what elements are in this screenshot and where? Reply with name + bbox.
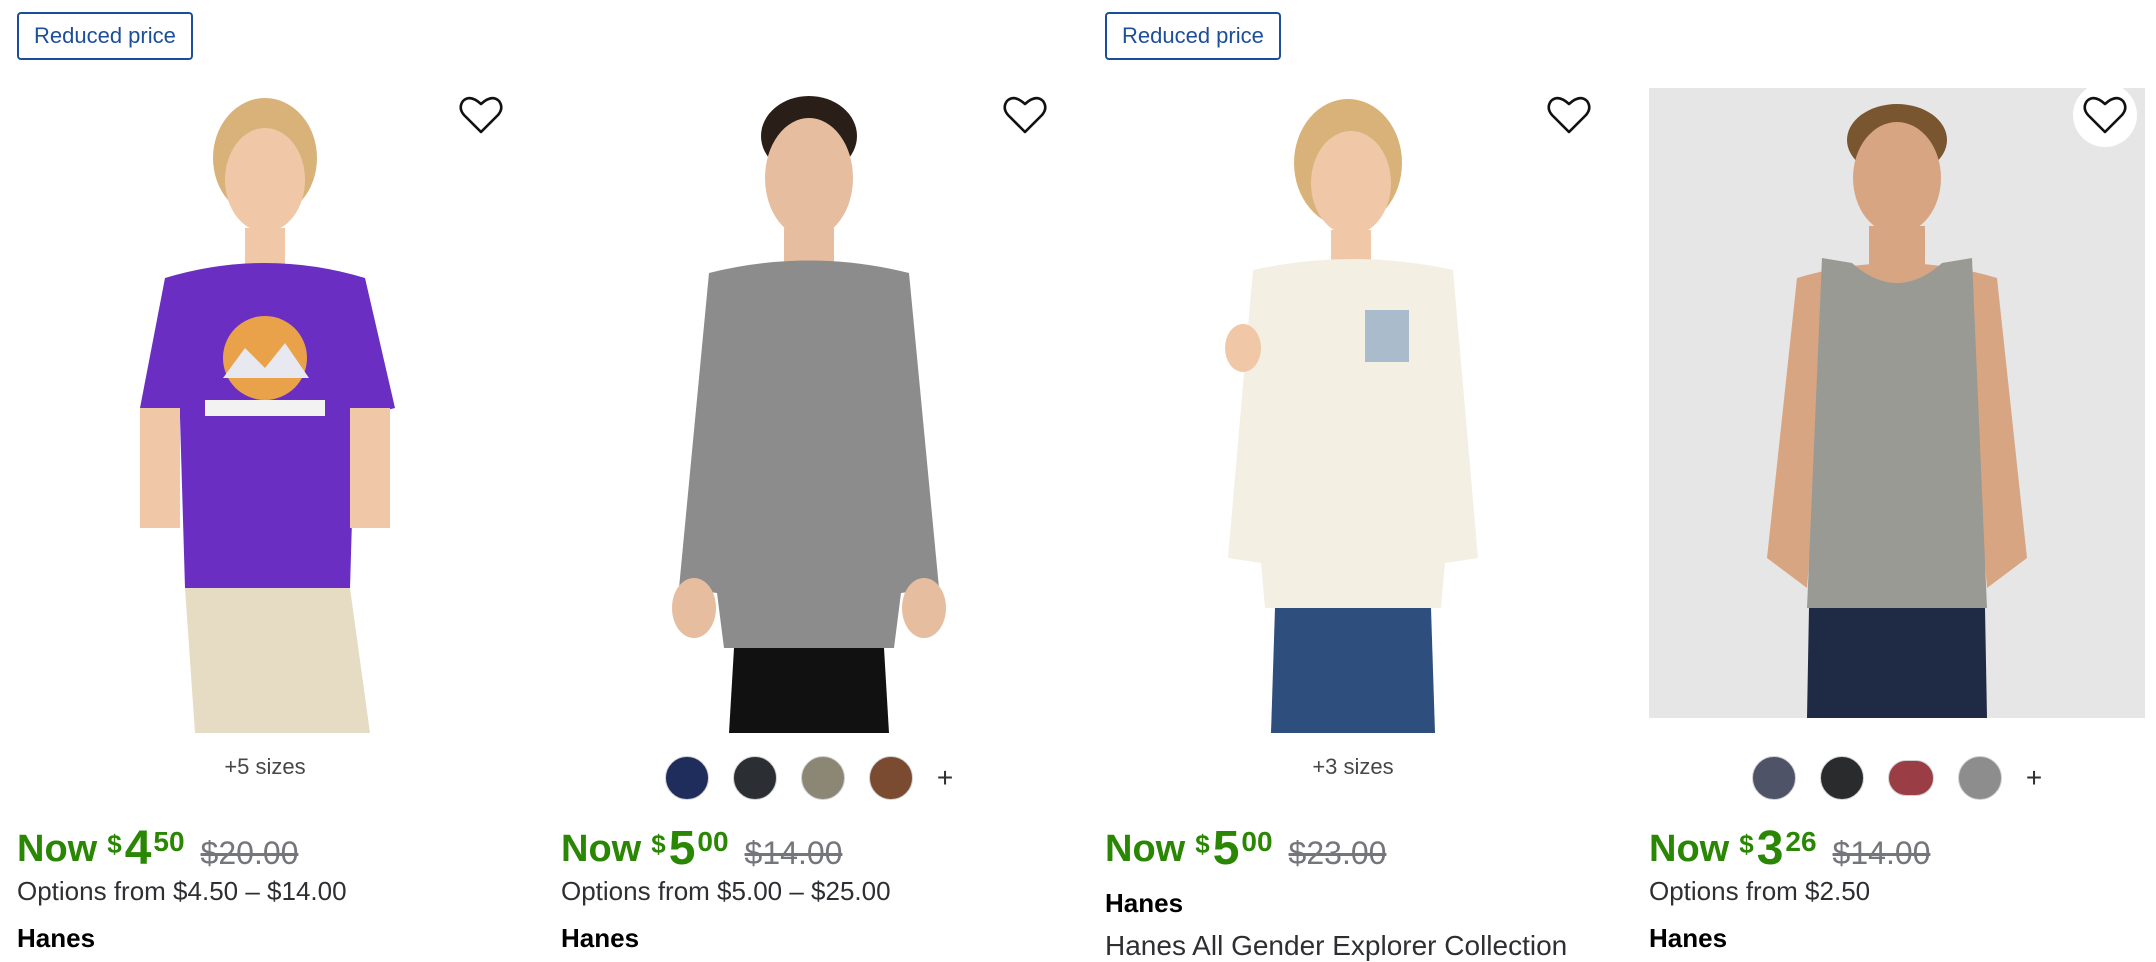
- options-range: Options from $4.50 – $14.00: [17, 876, 347, 906]
- price-cents: 00: [697, 826, 729, 857]
- price-currency: $: [1195, 829, 1210, 859]
- product-title[interactable]: Hanes All Gender Explorer Collection: [1105, 930, 1567, 962]
- color-swatch[interactable]: [1819, 756, 1864, 800]
- price-cents: 26: [1785, 826, 1817, 857]
- price: Now $ 4 50 $20.00: [17, 820, 298, 882]
- reduced-price-badge: Reduced price: [17, 12, 193, 60]
- color-swatches: +: [561, 756, 1057, 800]
- favorite-button[interactable]: [2073, 83, 2137, 147]
- brand-name: Hanes: [1649, 923, 1728, 953]
- favorite-button[interactable]: [449, 83, 513, 147]
- color-swatch[interactable]: [1751, 756, 1796, 800]
- price-now-label: Now: [1105, 828, 1186, 870]
- color-swatch[interactable]: [1957, 756, 2002, 800]
- price-currency: $: [107, 829, 122, 859]
- price: Now $ 5 00 $14.00: [561, 820, 842, 882]
- brand-name: Hanes: [17, 923, 96, 953]
- product-image[interactable]: [1649, 88, 2145, 718]
- price-currency: $: [651, 829, 666, 859]
- heart-outline-icon: [2083, 96, 2127, 134]
- purple-tshirt-photo-icon: [140, 98, 395, 733]
- price-currency: $: [1739, 829, 1754, 859]
- was-price: $14.00: [744, 835, 843, 871]
- was-price: $14.00: [1832, 835, 1931, 871]
- price-cents: 00: [1241, 826, 1273, 857]
- product-card[interactable]: Reduced price +5 sizes Now $ 4 50 $20.00…: [17, 0, 517, 962]
- more-colors-button[interactable]: +: [2026, 756, 2042, 800]
- product-card[interactable]: Reduced price +3 sizes Now $ 5 00 $23.00: [1105, 0, 1605, 962]
- price: Now $ 5 00 $23.00: [1105, 820, 1386, 882]
- price: Now $ 3 26 $14.00: [1649, 820, 1930, 882]
- product-image[interactable]: [17, 88, 513, 733]
- price-now-label: Now: [1649, 828, 1730, 870]
- heart-outline-icon: [1003, 96, 1047, 134]
- price-cents: 50: [153, 826, 185, 857]
- gray-tanktop-photo-icon: [1767, 104, 2027, 718]
- heart-outline-icon: [1547, 96, 1591, 134]
- gray-longsleeve-photo-icon: [672, 96, 946, 733]
- favorite-button[interactable]: [1537, 83, 1601, 147]
- price-dollars: 3: [1756, 822, 1784, 875]
- was-price: $20.00: [200, 835, 299, 871]
- options-range: Options from $5.00 – $25.00: [561, 876, 891, 906]
- color-swatch[interactable]: [664, 756, 709, 800]
- product-grid: Reduced price +5 sizes Now $ 4 50 $20.00…: [0, 0, 2156, 962]
- color-swatches: +: [1649, 756, 2145, 800]
- options-range: Options from $2.50: [1649, 876, 1871, 906]
- reduced-price-badge: Reduced price: [1105, 12, 1281, 60]
- favorite-button[interactable]: [993, 83, 1057, 147]
- price-now-label: Now: [17, 828, 98, 870]
- cream-longsleeve-photo-icon: [1225, 99, 1478, 733]
- color-swatch[interactable]: [732, 756, 777, 800]
- price-dollars: 5: [1212, 822, 1240, 875]
- sizes-note[interactable]: +5 sizes: [17, 754, 513, 780]
- heart-outline-icon: [459, 96, 503, 134]
- color-swatch[interactable]: [800, 756, 845, 800]
- brand-name: Hanes: [561, 923, 640, 953]
- price-now-label: Now: [561, 828, 642, 870]
- brand-name: Hanes: [1105, 888, 1184, 918]
- product-card[interactable]: + Now $ 3 26 $14.00 Options from $2.50 H…: [1649, 0, 2149, 962]
- color-swatch[interactable]: [1887, 760, 1934, 796]
- price-dollars: 5: [668, 822, 696, 875]
- price-dollars: 4: [124, 822, 152, 875]
- product-card[interactable]: + Now $ 5 00 $14.00 Options from $5.00 –…: [561, 0, 1061, 962]
- was-price: $23.00: [1288, 835, 1387, 871]
- sizes-note[interactable]: +3 sizes: [1105, 754, 1601, 780]
- more-colors-button[interactable]: +: [937, 756, 953, 800]
- product-image[interactable]: [561, 88, 1057, 733]
- color-swatch[interactable]: [868, 756, 913, 800]
- product-image[interactable]: [1105, 88, 1601, 733]
